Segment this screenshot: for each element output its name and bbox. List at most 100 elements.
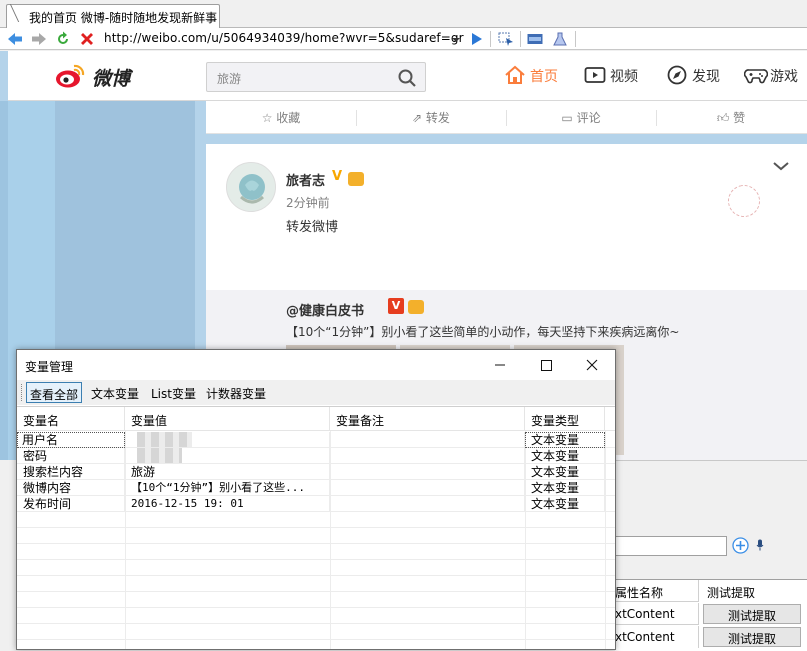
nav-discover-label: 发现 [692, 69, 720, 85]
url-dropdown-icon[interactable] [452, 36, 460, 44]
member-badge-icon [408, 300, 424, 314]
empty-row [17, 624, 615, 640]
forward-icon[interactable] [30, 30, 48, 48]
repost-button[interactable]: ⇗ 转发 [356, 109, 506, 126]
var-name-cell: 发布时间 [17, 496, 125, 512]
browser-tabbar: 我的首页 微博-随时随地发现新鲜事 [0, 0, 807, 28]
dialog-title: 变量管理 [25, 360, 74, 374]
attr-name-cell: xtContent [615, 626, 699, 648]
search-icon[interactable] [397, 68, 417, 88]
minimize-icon[interactable] [477, 350, 523, 380]
var-value-cell: 2016-12-15 19: 01 [125, 496, 330, 512]
weibo-logo-icon[interactable] [54, 63, 86, 89]
var-name-cell: 用户名 [17, 432, 125, 448]
empty-row [17, 608, 615, 624]
like-button[interactable]: 👍︎ 赞 [656, 109, 806, 126]
var-name-cell: 微博内容 [17, 480, 125, 496]
dialog-titlebar[interactable]: 变量管理 [17, 350, 615, 380]
var-note-cell [330, 464, 525, 480]
variable-table: 变量名 变量值 变量备注 变量类型 用户名 文本变量 密码 文本变量 搜索栏内容… [17, 406, 615, 649]
column-header-type[interactable]: 变量类型 [525, 407, 605, 431]
var-note-cell [330, 432, 525, 448]
avatar-image [227, 163, 275, 211]
thumb-up-icon: 👍︎ [716, 111, 734, 125]
search-box[interactable]: 旅游 [206, 62, 426, 92]
stop-icon[interactable] [78, 30, 96, 48]
comment-button[interactable]: ▭ 评论 [506, 109, 656, 126]
tab-text-variables[interactable]: 文本变量 [88, 382, 142, 403]
var-type-cell: 文本变量 [525, 464, 605, 480]
attribute-table: 属性名称 测试提取 xtContent 测试提取 xtContent 测试提取 [615, 579, 807, 651]
var-name-cell: 密码 [17, 448, 125, 464]
attr-name-cell: xtContent [615, 603, 699, 625]
empty-row [17, 544, 615, 560]
nav-video-label: 视频 [610, 69, 638, 85]
verified-badge-icon: V [388, 298, 404, 314]
post-author[interactable]: 旅者志 [286, 170, 325, 189]
column-header-value[interactable]: 变量值 [125, 407, 330, 431]
repost-text: 【10个“1分钟”】别小看了这些简单的小动作，每天坚持下来疾病远离你~ [286, 325, 680, 339]
add-icon[interactable] [732, 537, 749, 554]
favorite-button[interactable]: ☆ 收藏 [206, 109, 356, 126]
column-header-note[interactable]: 变量备注 [330, 407, 525, 431]
search-input[interactable]: 旅游 [217, 70, 241, 87]
var-type-cell: 文本变量 [525, 448, 605, 464]
nav-game-label: 游戏 [770, 69, 798, 85]
avatar[interactable] [226, 162, 276, 212]
tab-title: 我的首页 微博-随时随地发现新鲜事 [29, 11, 218, 25]
address-bar: http://weibo.com/u/5064934039/home?wvr=5… [0, 28, 807, 50]
element-select-icon[interactable] [498, 32, 514, 46]
tab-counter-variables[interactable]: 计数器变量 [203, 382, 269, 403]
empty-row [17, 592, 615, 608]
weibo-logo-text[interactable]: 微博 [92, 64, 130, 91]
chevron-down-icon[interactable] [772, 160, 790, 172]
comment-label: 评论 [576, 111, 601, 125]
var-type-cell: 文本变量 [525, 432, 605, 448]
var-value-cell [125, 432, 330, 448]
table-row[interactable]: 微博内容 【10个“1分钟”】别小看了这些... 文本变量 [17, 480, 615, 496]
toolbar-separator [490, 31, 491, 47]
table-header: 变量名 变量值 变量备注 变量类型 [17, 407, 615, 431]
var-note-cell [330, 496, 525, 512]
table-row[interactable]: 搜索栏内容 旅游 文本变量 [17, 464, 615, 480]
xpath-input[interactable] [615, 536, 727, 556]
column-header-name[interactable]: 变量名 [17, 407, 125, 431]
url-field[interactable]: http://weibo.com/u/5064934039/home?wvr=5… [104, 31, 464, 45]
browser-tab[interactable]: 我的首页 微博-随时随地发现新鲜事 [6, 4, 220, 28]
var-value-cell: 【10个“1分钟”】别小看了这些... [125, 480, 330, 496]
video-icon [584, 67, 606, 83]
test-extract-button[interactable]: 测试提取 [703, 627, 801, 647]
post-time[interactable]: 2分钟前 [286, 194, 330, 211]
weibo-header: 微博 旅游 首页 视频 发现 游戏 [8, 51, 807, 101]
html-icon[interactable] [527, 32, 543, 46]
repost-author[interactable]: @健康白皮书 [286, 300, 364, 319]
stamp-icon [724, 181, 764, 221]
table-row[interactable]: 用户名 文本变量 [17, 432, 615, 448]
tab-view-all[interactable]: 查看全部 [26, 382, 83, 403]
microphone-icon[interactable] [756, 539, 764, 551]
dialog-toolbar: 查看全部 文本变量 List变量 计数器变量 [17, 380, 615, 405]
refresh-icon[interactable] [54, 30, 72, 48]
maximize-icon[interactable] [523, 350, 569, 380]
test-extract-button[interactable]: 测试提取 [703, 604, 801, 624]
var-value-cell: 旅游 [125, 464, 330, 480]
toolbar-grip[interactable] [21, 384, 24, 401]
flask-icon[interactable] [552, 32, 568, 46]
go-icon[interactable] [470, 31, 484, 47]
empty-row [17, 576, 615, 592]
nav-home-label: 首页 [530, 69, 558, 85]
table-row[interactable]: 密码 文本变量 [17, 448, 615, 464]
member-badge-icon [348, 172, 364, 186]
toolbar-separator [575, 31, 576, 47]
like-label: 赞 [733, 111, 746, 125]
background-panel: 属性名称 测试提取 xtContent 测试提取 xtContent 测试提取 [615, 460, 807, 651]
compass-icon [667, 65, 687, 85]
verified-icon: V [332, 169, 343, 184]
column-header-attr: 属性名称 [615, 580, 699, 602]
table-row[interactable]: 发布时间 2016-12-15 19: 01 文本变量 [17, 496, 615, 512]
tab-list-variables[interactable]: List变量 [148, 382, 199, 403]
back-icon[interactable] [6, 30, 24, 48]
var-name-cell: 搜索栏内容 [17, 464, 125, 480]
close-icon[interactable] [569, 350, 615, 380]
masked-value [137, 448, 182, 463]
